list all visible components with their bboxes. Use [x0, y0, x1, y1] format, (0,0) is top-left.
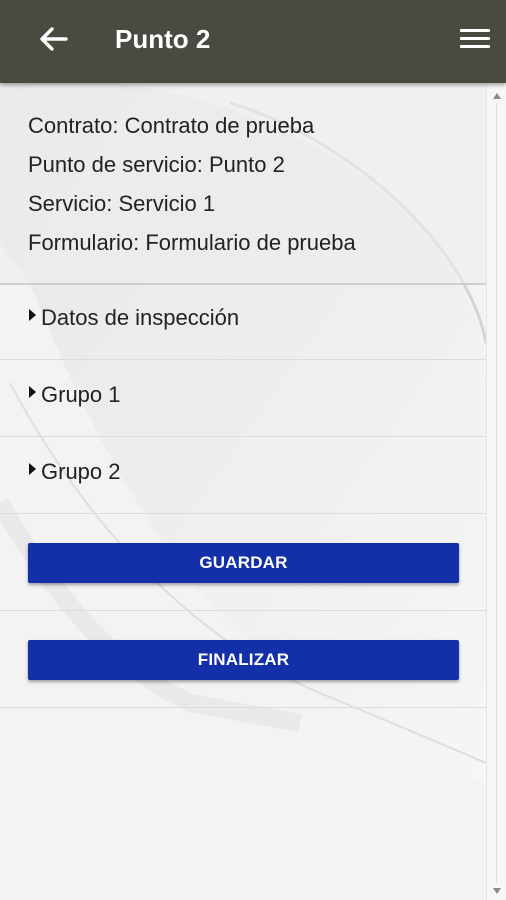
caret-right-icon	[29, 463, 36, 475]
hamburger-menu-icon-bar	[460, 37, 490, 40]
app-bar: Punto 2	[0, 0, 506, 83]
service-info-panel: Contrato: Contrato de prueba Punto de se…	[0, 83, 486, 285]
save-button[interactable]: GUARDAR	[28, 543, 459, 583]
scrollbar-track[interactable]	[496, 103, 497, 883]
menu-button[interactable]	[456, 24, 494, 54]
caret-right-icon	[29, 386, 36, 398]
save-row: GUARDAR	[0, 514, 486, 611]
finish-button[interactable]: FINALIZAR	[28, 640, 459, 680]
page-title: Punto 2	[115, 24, 211, 54]
scroll-up-arrow-icon[interactable]	[493, 93, 501, 99]
section-label: Grupo 2	[41, 459, 121, 484]
contract-text: Contrato: Contrato de prueba	[28, 113, 315, 138]
section-label: Grupo 1	[41, 382, 121, 407]
main-content[interactable]: Contrato: Contrato de prueba Punto de se…	[0, 83, 486, 900]
arrow-left-icon	[40, 27, 68, 51]
service-text: Servicio: Servicio 1	[28, 191, 216, 216]
finish-row: FINALIZAR	[0, 611, 486, 708]
section-datos-inspeccion[interactable]: Datos de inspección	[0, 283, 486, 360]
vertical-scrollbar[interactable]	[486, 83, 506, 900]
service-point-text: Punto de servicio: Punto 2	[28, 152, 285, 177]
caret-right-icon	[29, 309, 36, 321]
section-label: Datos de inspección	[41, 305, 240, 330]
scroll-down-arrow-icon[interactable]	[493, 888, 501, 894]
form-text: Formulario: Formulario de prueba	[28, 230, 356, 255]
section-grupo-1[interactable]: Grupo 1	[0, 360, 486, 437]
hamburger-menu-icon-bar	[460, 45, 490, 48]
hamburger-menu-icon	[460, 29, 490, 32]
section-grupo-2[interactable]: Grupo 2	[0, 437, 486, 514]
back-button[interactable]	[34, 22, 72, 56]
